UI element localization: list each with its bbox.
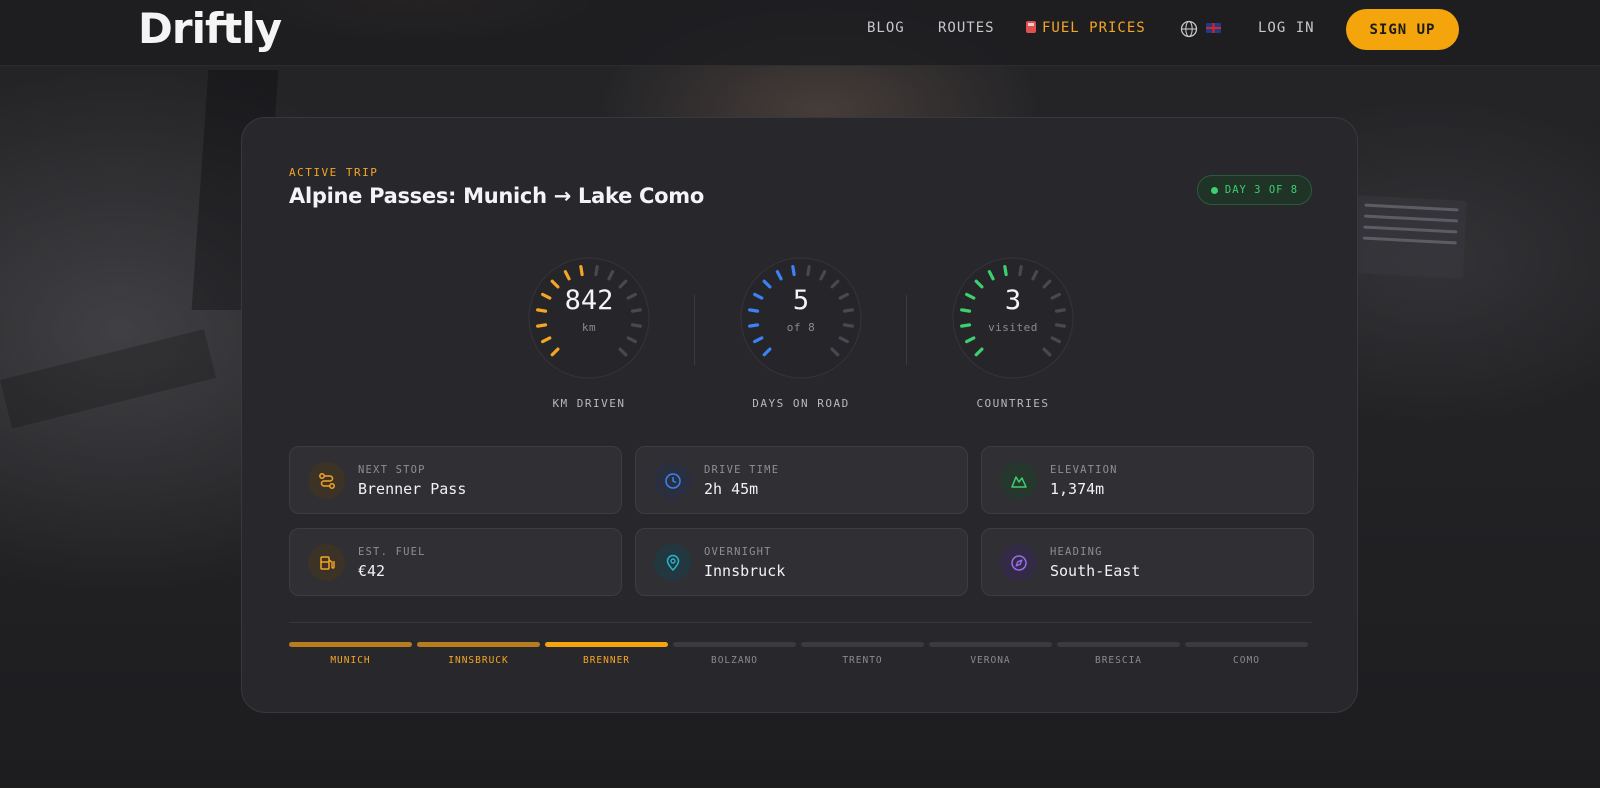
gauge-label-countries: COUNTRIES	[976, 397, 1050, 410]
stat-label: DRIVE TIME	[704, 464, 780, 476]
stat-drive-time: DRIVE TIME 2h 45m	[635, 446, 968, 514]
nav-link-routes[interactable]: ROUTES	[938, 20, 995, 36]
stat-est-fuel: EST. FUEL €42	[289, 528, 622, 596]
route-segment	[545, 642, 668, 647]
route-stop-label: MUNICH	[330, 655, 371, 666]
stat-value: Brenner Pass	[358, 480, 467, 498]
route-stop-label: BRESCIA	[1094, 655, 1143, 666]
stat-label: NEXT STOP	[358, 464, 426, 476]
stat-label: OVERNIGHT	[704, 546, 772, 558]
active-trip-card: ACTIVE TRIP Alpine Passes: Munich → Lake…	[241, 117, 1358, 713]
nav-link-blog[interactable]: BLOG	[867, 20, 905, 36]
nav-link-fuel-prices[interactable]: FUEL PRICES	[1026, 20, 1146, 36]
stat-label: ELEVATION	[1050, 464, 1118, 476]
gauge-tick	[579, 265, 584, 277]
stat-value: 2h 45m	[704, 480, 759, 498]
route-segment	[1185, 642, 1308, 647]
day-status-badge: DAY 3 OF 8	[1197, 175, 1312, 205]
stat-value: 1,374m	[1050, 480, 1105, 498]
gauge-divider	[694, 295, 695, 365]
stat-overnight: OVERNIGHT Innsbruck	[635, 528, 968, 596]
gauge-dial	[952, 257, 1074, 379]
top-navigation: Driftly BLOG ROUTES FUEL PRICES LOG IN S…	[0, 0, 1600, 66]
stat-heading: HEADING South-East	[981, 528, 1314, 596]
route-divider	[289, 622, 1312, 623]
stat-next-stop: NEXT STOP Brenner Pass	[289, 446, 622, 514]
gauge-unit: visited	[988, 321, 1038, 334]
map-pin-icon	[654, 544, 691, 581]
compass-icon	[1000, 544, 1037, 581]
gauge-ring	[740, 257, 862, 379]
route-segment	[289, 642, 412, 647]
fuel-pump-icon	[308, 544, 345, 581]
gauge-label-days-on-road: DAYS ON ROAD	[752, 397, 850, 410]
gauge-divider	[906, 295, 907, 365]
gauge-km-driven: 842 km	[526, 255, 652, 381]
route-segment	[801, 642, 924, 647]
gauge-unit: of 8	[786, 321, 816, 334]
route-icon	[308, 462, 345, 499]
gauge-dial	[740, 257, 862, 379]
signup-button[interactable]: SIGN UP	[1346, 9, 1459, 50]
gauge-unit: km	[581, 321, 597, 334]
route-stop-label: VERONA	[970, 655, 1011, 666]
gauge-dial	[528, 257, 650, 379]
route-stop-label: INNSBRUCK	[448, 655, 509, 666]
background-dashboard-edge	[0, 329, 216, 429]
gauge-ring	[528, 257, 650, 379]
uk-flag-icon[interactable]	[1206, 23, 1221, 33]
clock-icon	[654, 462, 691, 499]
active-trip-eyebrow: ACTIVE TRIP	[289, 166, 379, 179]
mountain-icon	[1000, 462, 1037, 499]
route-segment	[929, 642, 1052, 647]
fuel-can-icon	[1026, 21, 1036, 33]
gauge-days-on-road: 5 of 8	[738, 255, 864, 381]
route-segment	[417, 642, 540, 647]
gauge-ring	[952, 257, 1074, 379]
gauge-tick	[594, 265, 599, 277]
route-stop-label: BOLZANO	[710, 655, 759, 666]
globe-icon[interactable]	[1180, 20, 1198, 38]
stat-value: Innsbruck	[704, 562, 786, 580]
day-status-text: DAY 3 OF 8	[1224, 184, 1299, 196]
logo[interactable]: Driftly	[138, 4, 282, 53]
stat-value: South-East	[1050, 562, 1141, 580]
gauge-tick	[1018, 265, 1023, 277]
gauge-label-km-driven: KM DRIVEN	[552, 397, 626, 410]
route-segment	[1057, 642, 1180, 647]
status-dot-icon	[1210, 186, 1218, 194]
gauge-tick	[1003, 265, 1008, 277]
nav-link-fuel-prices-label: FUEL PRICES	[1042, 20, 1146, 36]
gauge-tick	[791, 265, 796, 277]
background-car-screen	[1353, 195, 1467, 279]
route-segment	[673, 642, 796, 647]
route-stop-label: COMO	[1233, 655, 1260, 666]
gauge-countries: 3 visited	[950, 255, 1076, 381]
gauge-value: 842	[564, 285, 614, 316]
route-stop-label: BRENNER	[582, 655, 631, 666]
nav-link-login[interactable]: LOG IN	[1258, 20, 1315, 36]
gauge-value: 3	[1004, 285, 1022, 316]
trip-title: Alpine Passes: Munich → Lake Como	[289, 184, 705, 208]
stat-elevation: ELEVATION 1,374m	[981, 446, 1314, 514]
gauge-tick	[806, 265, 811, 277]
stat-label: EST. FUEL	[358, 546, 426, 558]
stat-value: €42	[358, 562, 386, 580]
route-stop-label: TRENTO	[842, 655, 883, 666]
stat-label: HEADING	[1050, 546, 1103, 558]
gauge-value: 5	[792, 285, 810, 316]
